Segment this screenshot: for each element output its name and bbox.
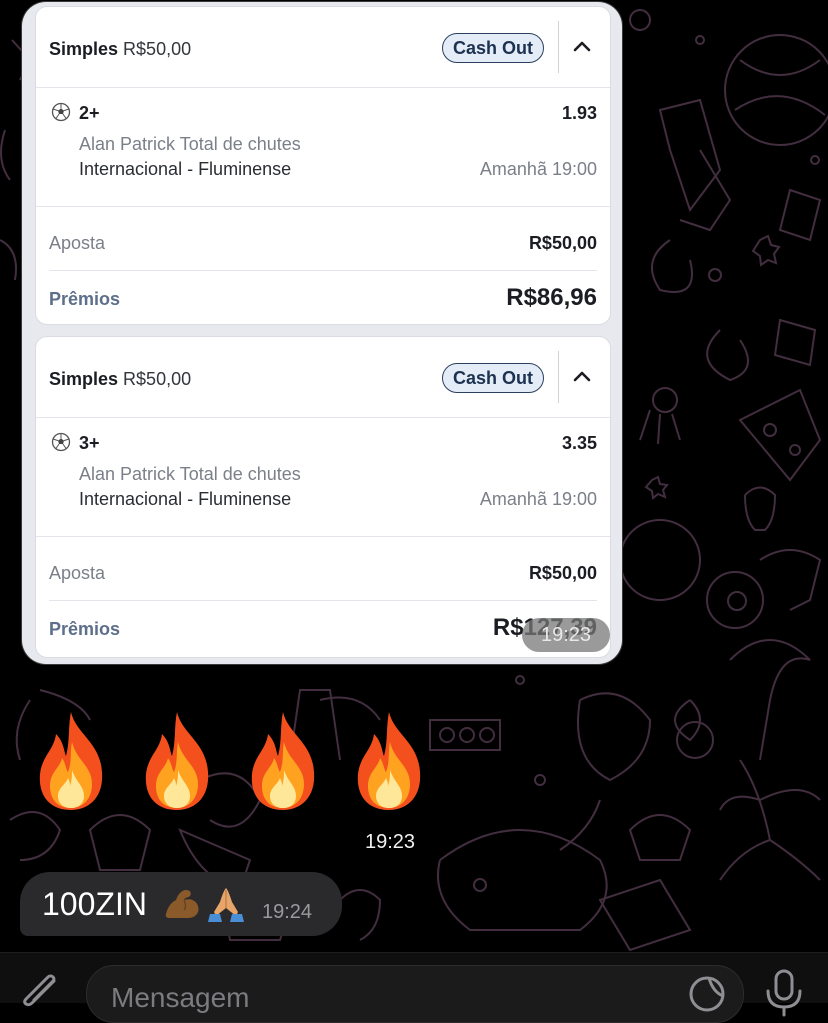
prize-value: R$86,96: [506, 284, 597, 311]
message-timestamp: 19:23: [522, 618, 610, 652]
composer-bar: Mensagem: [0, 952, 828, 1023]
soccer-ball-icon: [51, 102, 71, 122]
chevron-up-icon[interactable]: [568, 33, 596, 61]
stake-label: Aposta: [49, 233, 106, 253]
market-name: Alan Patrick Total de chutes: [79, 134, 301, 154]
bet-amount: R$50,00: [123, 39, 192, 59]
emoji-message[interactable]: [30, 708, 450, 813]
selection-name: 3+: [79, 433, 100, 453]
fire-icon: [145, 712, 209, 810]
microphone-icon[interactable]: [762, 967, 806, 1017]
prize-label: Prêmios: [49, 289, 121, 309]
fire-icon: [357, 712, 421, 810]
flexed-biceps-icon: [165, 890, 199, 918]
bet-card: Simples R$50,00 Cash Out 2+ 1.93 Alan Pa…: [35, 6, 611, 325]
sticker-icon[interactable]: [687, 972, 727, 1012]
bet-type-label: Simples R$50,00: [49, 39, 191, 60]
stake-value: R$50,00: [528, 563, 597, 583]
paperclip-icon[interactable]: [18, 973, 64, 1013]
bet-amount: R$50,00: [123, 369, 192, 389]
bet-card-header: Simples R$50,00 Cash Out: [36, 337, 610, 418]
screenshot-message[interactable]: Simples R$50,00 Cash Out 2+ 1.93 Alan Pa…: [22, 2, 622, 664]
bet-type: Simples: [49, 369, 119, 389]
soccer-ball-icon: [51, 432, 71, 452]
fire-icon: [251, 712, 315, 810]
fire-icon: [39, 712, 103, 810]
bet-type: Simples: [49, 39, 119, 59]
chevron-up-icon[interactable]: [568, 363, 596, 391]
text-message-bubble[interactable]: 100ZIN 19:24: [20, 872, 342, 936]
message-input[interactable]: Mensagem: [86, 965, 744, 1023]
header-divider: [558, 351, 559, 403]
stake-value: R$50,00: [528, 233, 597, 253]
stake-label: Aposta: [49, 563, 106, 583]
message-timestamp: 19:23: [350, 826, 430, 858]
cash-out-button[interactable]: Cash Out: [442, 33, 544, 63]
folded-hands-icon: [208, 888, 244, 922]
event-name: Internacional - Fluminense: [79, 489, 292, 509]
selection-name: 2+: [79, 103, 100, 123]
message-input-placeholder: Mensagem: [111, 982, 250, 1013]
stake-row: Aposta R$50,00: [49, 537, 597, 601]
selection-odds: 1.93: [561, 103, 597, 123]
selection-odds: 3.35: [561, 433, 597, 453]
event-time: Amanhã 19:00: [479, 159, 597, 179]
bet-card: Simples R$50,00 Cash Out 3+ 3.35 Alan Pa…: [35, 336, 611, 658]
cash-out-button[interactable]: Cash Out: [442, 363, 544, 393]
bet-selection: 2+ 1.93 Alan Patrick Total de chutes Int…: [36, 88, 610, 207]
bet-selection: 3+ 3.35 Alan Patrick Total de chutes Int…: [36, 418, 610, 537]
message-text: 100ZIN: [42, 886, 147, 922]
stake-row: Aposta R$50,00: [49, 207, 597, 271]
header-divider: [558, 21, 559, 73]
market-name: Alan Patrick Total de chutes: [79, 464, 301, 484]
event-time: Amanhã 19:00: [479, 489, 597, 509]
message-timestamp: 19:24: [262, 901, 313, 923]
bet-type-label: Simples R$50,00: [49, 369, 191, 390]
prize-label: Prêmios: [49, 619, 121, 639]
bet-card-header: Simples R$50,00 Cash Out: [36, 7, 610, 88]
event-name: Internacional - Fluminense: [79, 159, 292, 179]
prize-row: Prêmios R$86,96: [36, 271, 610, 324]
